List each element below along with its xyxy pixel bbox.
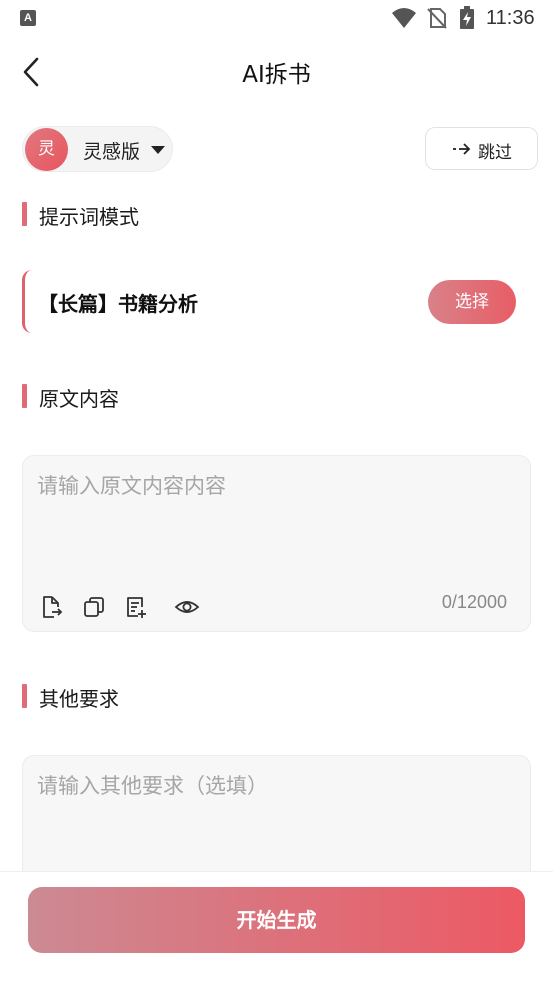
- status-bar: A 11:36: [0, 0, 553, 38]
- card-accent: [22, 270, 36, 333]
- skip-button[interactable]: 跳过: [425, 127, 538, 170]
- section-marker: [22, 684, 27, 708]
- section-marker: [22, 202, 27, 226]
- start-generate-button[interactable]: 开始生成: [28, 887, 525, 953]
- page-title: AI拆书: [242, 62, 311, 88]
- section-title: 提示词模式: [39, 205, 139, 229]
- version-selector[interactable]: 灵 灵感版: [22, 126, 173, 172]
- caret-down-icon: [151, 146, 165, 154]
- skip-label: 跳过: [478, 143, 512, 163]
- app-notification-icon: A: [20, 10, 36, 26]
- copy-icon[interactable]: [82, 595, 106, 619]
- version-avatar: 灵: [25, 128, 68, 171]
- clock: 11:36: [486, 7, 535, 29]
- no-sim-icon: [427, 8, 447, 29]
- choose-prompt-button[interactable]: 选择: [428, 280, 516, 324]
- other-requirements-input[interactable]: [37, 770, 507, 850]
- version-label: 灵感版: [83, 141, 141, 163]
- selected-prompt: 【长篇】书籍分析: [38, 292, 198, 316]
- eye-icon[interactable]: [174, 595, 200, 619]
- import-file-icon[interactable]: [39, 595, 63, 619]
- battery-charging-icon: [460, 6, 474, 29]
- arrow-right-icon: [453, 143, 471, 155]
- section-marker: [22, 384, 27, 408]
- add-note-icon[interactable]: [124, 595, 148, 619]
- section-title: 其他要求: [39, 687, 119, 711]
- section-title: 原文内容: [39, 387, 119, 411]
- source-content-box: 0/12000: [22, 455, 531, 632]
- source-content-input[interactable]: [37, 470, 507, 550]
- char-count: 0/12000: [441, 592, 507, 612]
- wifi-icon: [392, 8, 416, 28]
- prompt-mode-card: 【长篇】书籍分析 选择: [22, 270, 531, 333]
